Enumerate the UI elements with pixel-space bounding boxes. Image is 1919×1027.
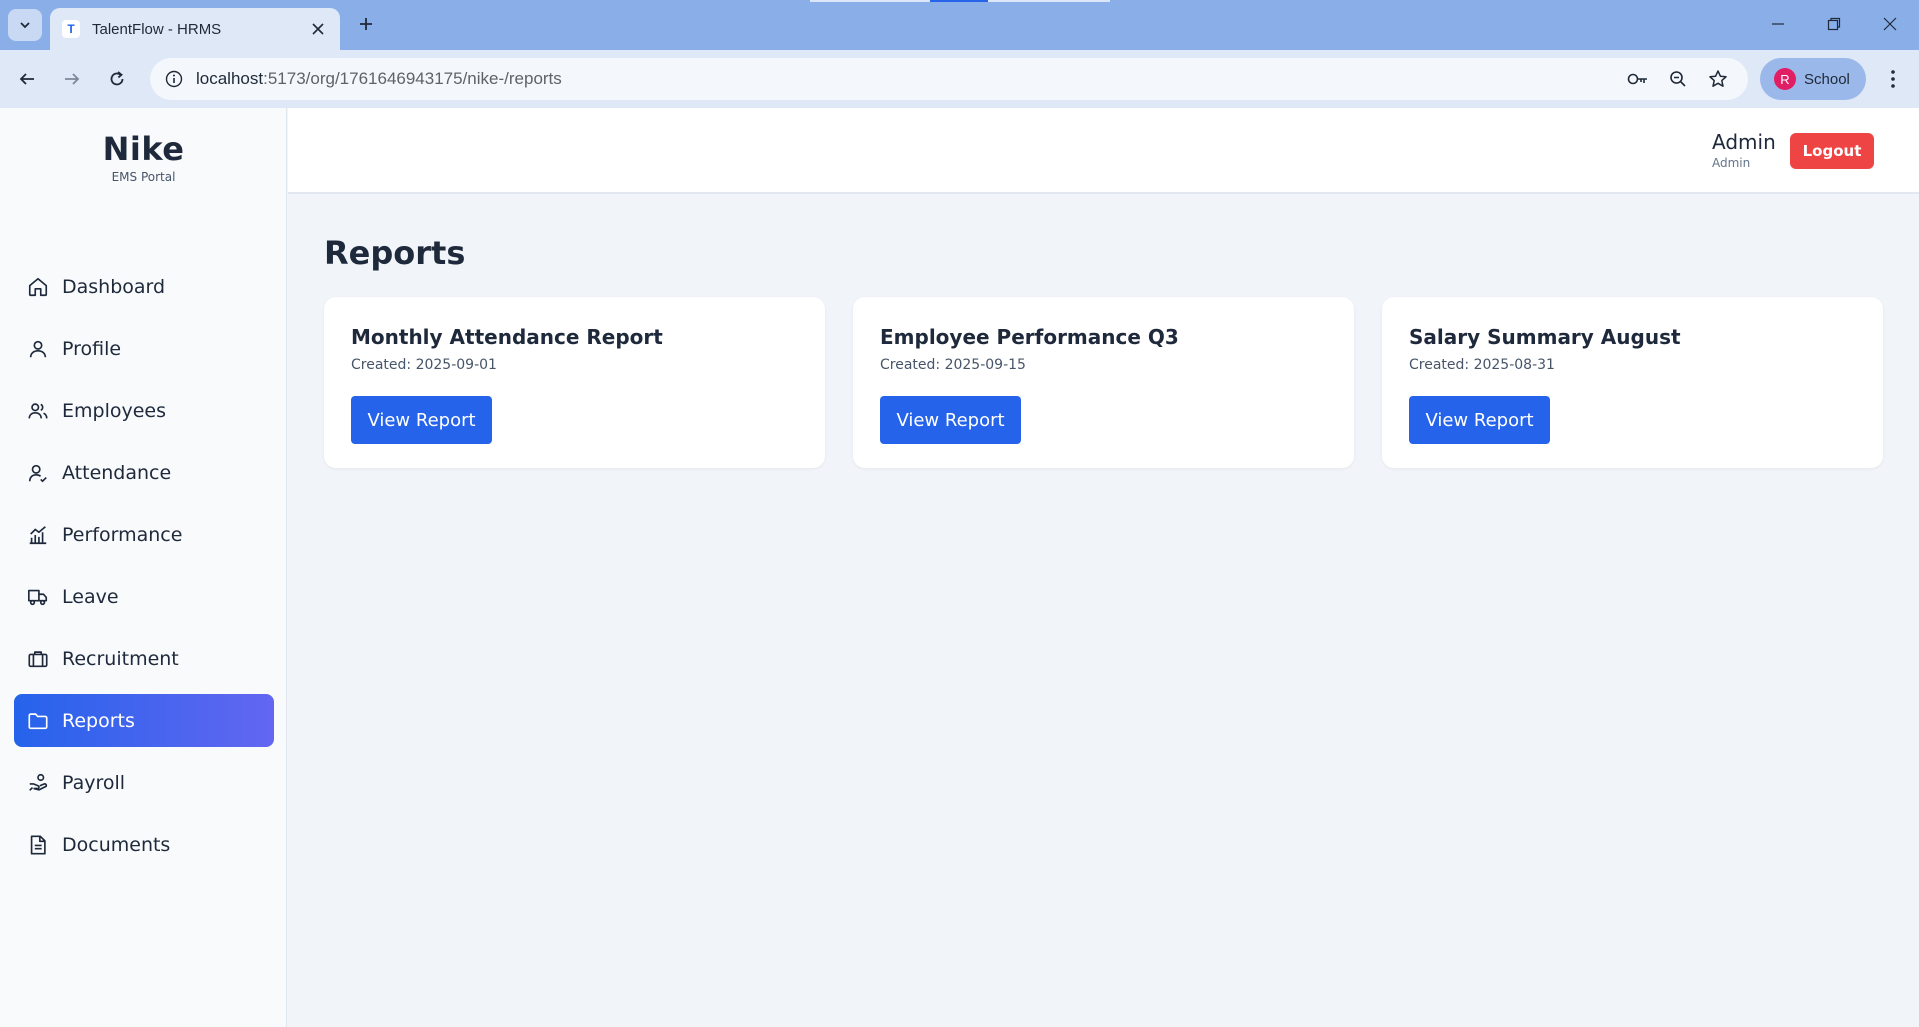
profile-name: School: [1804, 70, 1850, 88]
tab-strip-indicator: [810, 0, 930, 2]
profile-button[interactable]: R School: [1760, 58, 1866, 100]
folder-icon: [26, 709, 50, 733]
window-close-button[interactable]: [1868, 8, 1912, 40]
user-name: Admin: [1712, 130, 1776, 154]
tab-strip-indicator: [930, 0, 988, 2]
brand: Nike EMS Portal: [0, 130, 287, 184]
browser-toolbar: localhost:5173/org/1761646943175/nike-/r…: [0, 50, 1919, 108]
chevron-down-icon: [20, 22, 30, 29]
report-created-date: Created: 2025-09-15: [880, 357, 1026, 373]
truck-icon: [26, 585, 50, 609]
view-report-button[interactable]: View Report: [1409, 396, 1550, 444]
report-card: Salary Summary August Created: 2025-08-3…: [1382, 297, 1883, 468]
close-icon: [1883, 17, 1897, 31]
close-icon: [312, 23, 324, 35]
report-card: Monthly Attendance Report Created: 2025-…: [324, 297, 825, 468]
tab-close-button[interactable]: [304, 15, 332, 43]
view-report-button[interactable]: View Report: [880, 396, 1021, 444]
report-title: Salary Summary August: [1409, 325, 1681, 349]
plus-icon: [360, 18, 372, 30]
sidebar-item-label: Employees: [62, 399, 166, 422]
info-icon: [165, 70, 183, 88]
forward-button[interactable]: [55, 62, 89, 96]
sidebar-item-label: Recruitment: [62, 647, 179, 670]
zoom-out-icon: [1670, 71, 1686, 87]
report-card-list: Monthly Attendance Report Created: 2025-…: [324, 297, 1884, 468]
sidebar-item-performance[interactable]: Performance: [14, 508, 274, 561]
sidebar-item-documents[interactable]: Documents: [14, 818, 274, 871]
sidebar-item-label: Documents: [62, 833, 171, 856]
minimize-button[interactable]: [1756, 8, 1800, 40]
sidebar-item-attendance[interactable]: Attendance: [14, 446, 274, 499]
report-card: Employee Performance Q3 Created: 2025-09…: [853, 297, 1354, 468]
main-content: Reports Monthly Attendance Report Create…: [288, 196, 1919, 1027]
brand-subtitle: EMS Portal: [111, 170, 176, 184]
top-bar: Admin Admin Logout: [288, 108, 1919, 194]
key-icon: [1627, 73, 1647, 85]
reload-button[interactable]: [100, 62, 134, 96]
report-title: Monthly Attendance Report: [351, 325, 663, 349]
bookmark-button[interactable]: [1704, 65, 1732, 93]
browser-tab[interactable]: T TalentFlow - HRMS: [50, 8, 340, 50]
report-title: Employee Performance Q3: [880, 325, 1179, 349]
url-text[interactable]: localhost:5173/org/1761646943175/nike-/r…: [196, 58, 562, 100]
back-button[interactable]: [10, 62, 44, 96]
report-created-date: Created: 2025-09-01: [351, 357, 497, 373]
sidebar: Nike EMS Portal Dashboard Profile Employ…: [0, 108, 287, 1027]
reload-icon: [110, 71, 124, 86]
user-role: Admin: [1712, 156, 1751, 170]
url-host: localhost: [196, 69, 264, 88]
zoom-button[interactable]: [1664, 65, 1692, 93]
tab-search-button[interactable]: [8, 9, 42, 41]
sidebar-item-label: Reports: [62, 709, 135, 732]
sidebar-item-label: Payroll: [62, 771, 126, 794]
hand-coins-icon: [26, 771, 50, 795]
new-tab-button[interactable]: [352, 10, 380, 38]
password-key-button[interactable]: [1624, 65, 1652, 93]
report-created-date: Created: 2025-08-31: [1409, 357, 1555, 373]
document-icon: [26, 833, 50, 857]
favicon-icon: T: [62, 20, 80, 38]
sidebar-item-payroll[interactable]: Payroll: [14, 756, 274, 809]
sidebar-item-employees[interactable]: Employees: [14, 384, 274, 437]
user-icon: [26, 337, 50, 361]
user-check-icon: [26, 461, 50, 485]
briefcase-icon: [26, 647, 50, 671]
arrow-left-icon: [19, 73, 34, 85]
sidebar-item-dashboard[interactable]: Dashboard: [14, 260, 274, 313]
more-vertical-icon: [1891, 70, 1895, 88]
sidebar-item-label: Profile: [62, 337, 122, 360]
tab-title: TalentFlow - HRMS: [92, 20, 222, 38]
restore-button[interactable]: [1812, 8, 1856, 40]
app: Nike EMS Portal Dashboard Profile Employ…: [0, 108, 1919, 1027]
browser-menu-button[interactable]: [1876, 62, 1910, 96]
arrow-right-icon: [65, 73, 80, 85]
sidebar-item-label: Performance: [62, 523, 183, 546]
sidebar-item-profile[interactable]: Profile: [14, 322, 274, 375]
logout-button[interactable]: Logout: [1790, 133, 1874, 169]
sidebar-item-label: Attendance: [62, 461, 172, 484]
brand-name: Nike: [102, 130, 185, 168]
tab-strip-indicator: [988, 0, 1110, 2]
view-report-button[interactable]: View Report: [351, 396, 492, 444]
user-info: Admin Admin: [1712, 130, 1776, 170]
site-info-button[interactable]: [160, 65, 188, 93]
users-icon: [26, 399, 50, 423]
sidebar-item-recruitment[interactable]: Recruitment: [14, 632, 274, 685]
sidebar-item-leave[interactable]: Leave: [14, 570, 274, 623]
sidebar-item-label: Dashboard: [62, 275, 166, 298]
page-title: Reports: [324, 234, 466, 272]
sidebar-item-reports[interactable]: Reports: [14, 694, 274, 747]
star-icon: [1709, 70, 1727, 87]
minimize-icon: [1772, 23, 1784, 25]
address-bar[interactable]: localhost:5173/org/1761646943175/nike-/r…: [150, 58, 1748, 100]
restore-icon: [1827, 17, 1841, 31]
sidebar-nav: Dashboard Profile Employees Attendance P…: [14, 260, 274, 880]
home-icon: [26, 275, 50, 299]
profile-avatar: R: [1774, 68, 1796, 90]
browser-tab-strip: T TalentFlow - HRMS: [0, 0, 1919, 50]
chart-icon: [26, 523, 50, 547]
url-path: :5173/org/1761646943175/nike-/reports: [263, 69, 562, 88]
sidebar-item-label: Leave: [62, 585, 119, 608]
